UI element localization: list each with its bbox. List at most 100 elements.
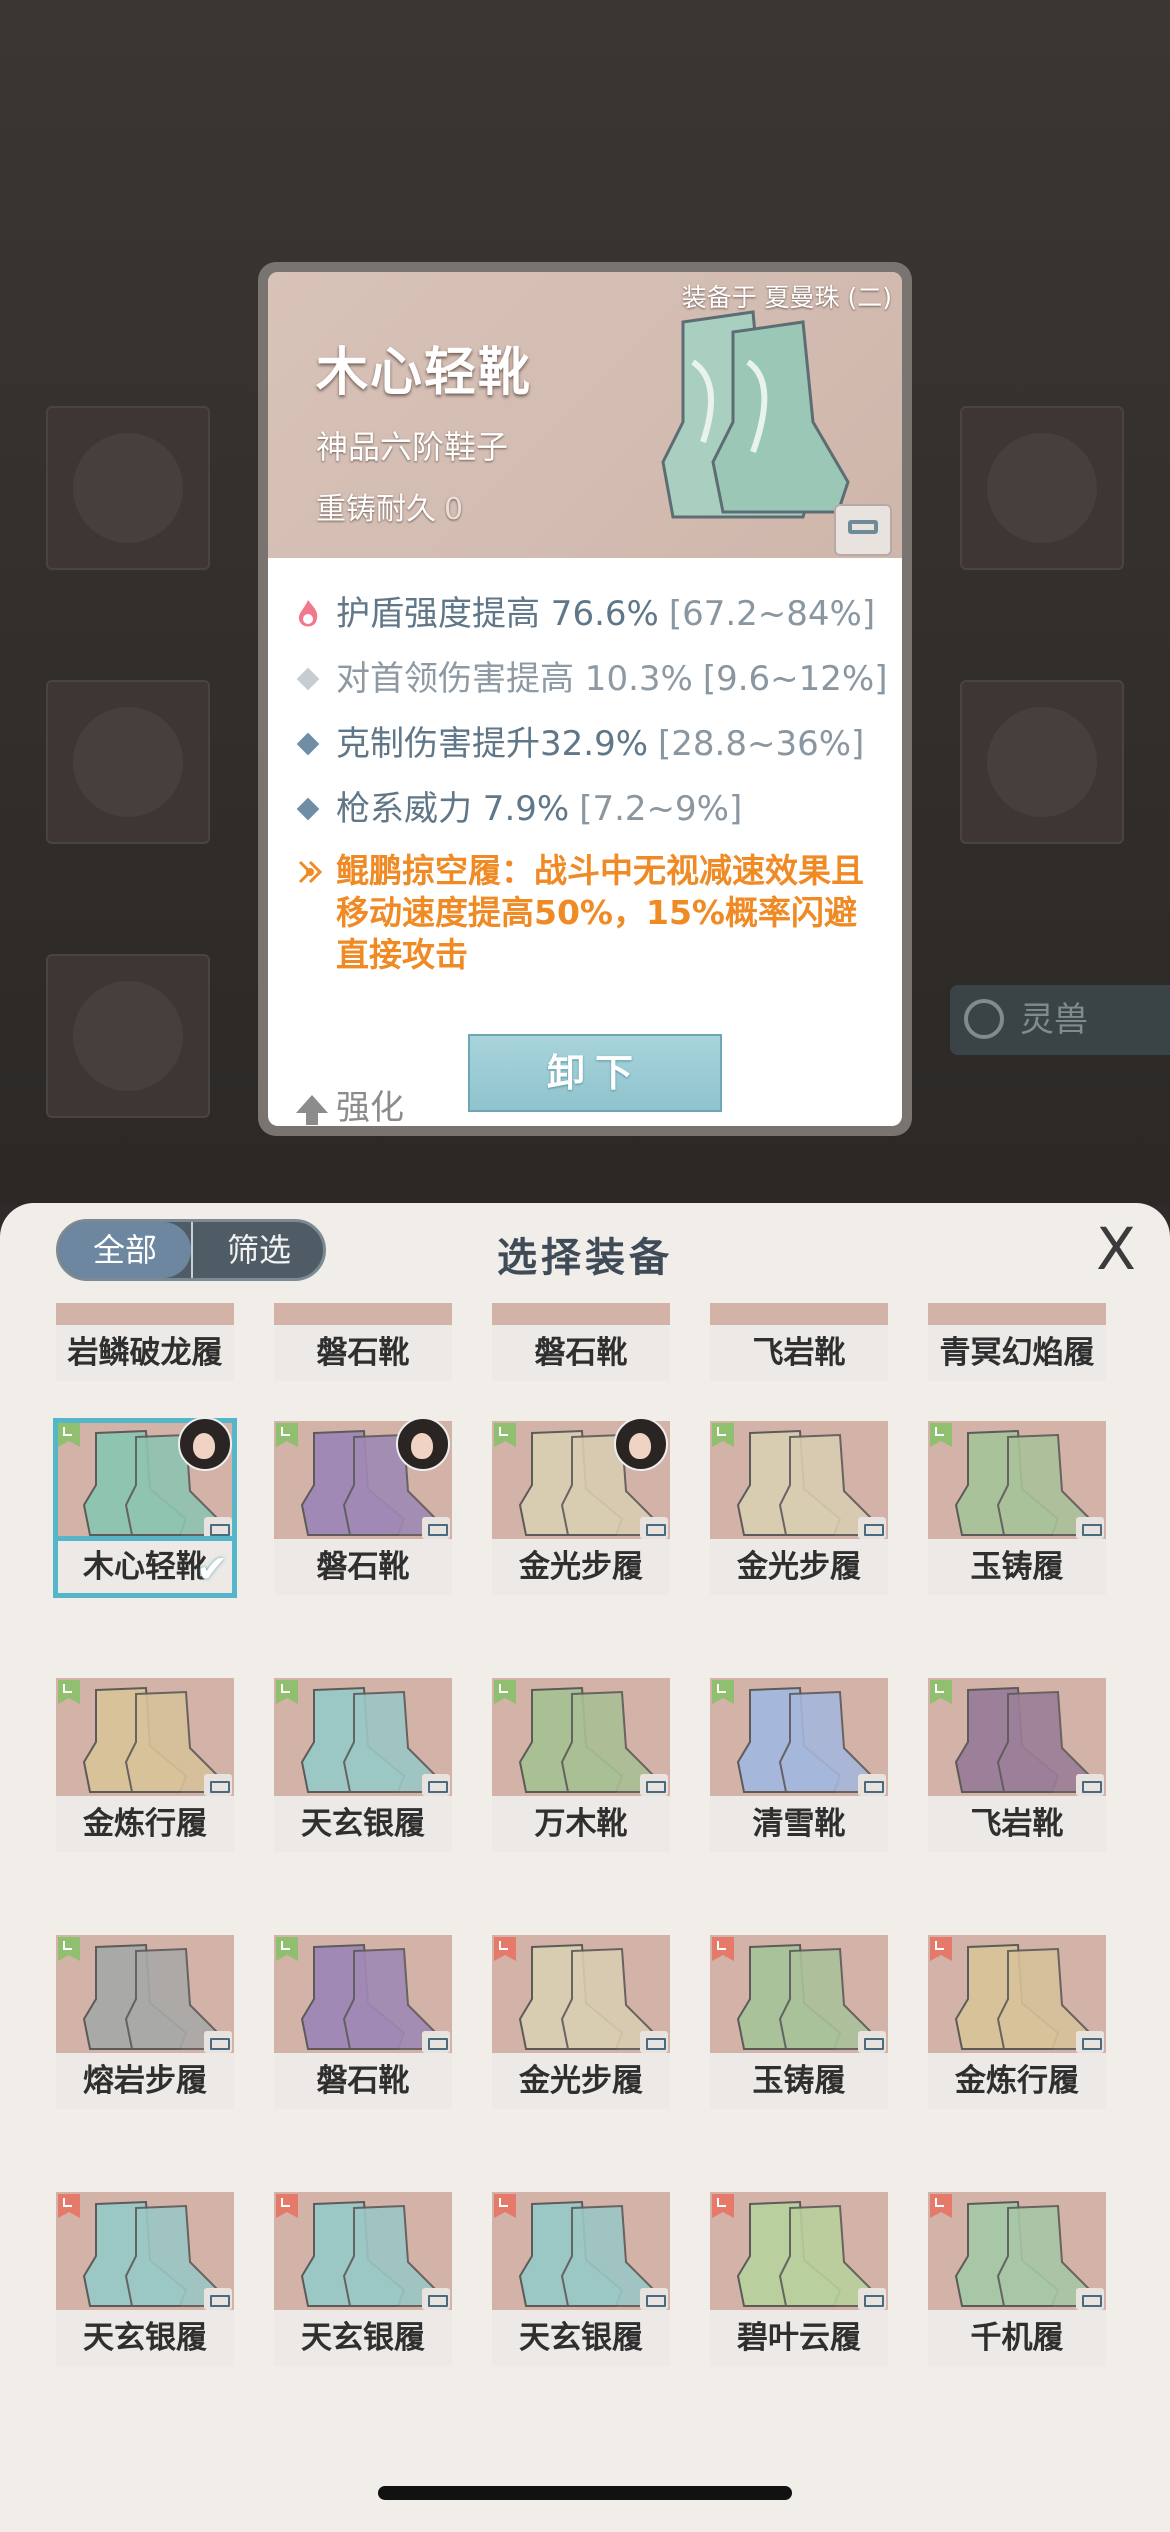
close-button[interactable]: X	[1092, 1220, 1140, 1278]
lock-icon	[1076, 1774, 1104, 1796]
grade-tag-icon	[712, 1937, 734, 1961]
grade-tag-icon	[712, 2194, 734, 2218]
equipment-cell[interactable]: 玉铸履	[710, 1935, 888, 2113]
equipped-character-avatar	[396, 1417, 450, 1471]
equipment-cell[interactable]: 清雪靴	[710, 1678, 888, 1856]
equipment-cell[interactable]: 金光步履	[492, 1417, 670, 1599]
grade-tag-icon	[930, 1423, 952, 1447]
enhance-button[interactable]: 强化	[296, 1080, 404, 1126]
checkmark-icon: ✔	[196, 1547, 228, 1591]
equipment-cell[interactable]: 磐石靴	[274, 1417, 452, 1599]
item-label: 熔岩步履	[56, 2053, 234, 2109]
lock-icon	[204, 2031, 232, 2053]
item-label: 碧叶云履	[710, 2310, 888, 2366]
item-label: 天玄银履	[56, 2310, 234, 2366]
grade-tag-icon	[494, 2194, 516, 2218]
lock-icon	[640, 2031, 668, 2053]
lock-icon	[204, 2288, 232, 2310]
boots-icon	[518, 2200, 656, 2307]
home-indicator[interactable]	[378, 2486, 792, 2500]
boots-icon	[300, 1943, 438, 2050]
boots-icon	[736, 1943, 874, 2050]
bg-equipment-slot	[46, 680, 210, 844]
boots-icon	[736, 1686, 874, 1793]
item-label: 磐石靴	[492, 1325, 670, 1381]
stat-row: 克制伤害提升32.9% [28.8~36%]	[294, 712, 892, 777]
bg-equipment-slot	[960, 680, 1124, 844]
item-name: 木心轻靴	[316, 342, 533, 403]
equipment-cell[interactable]: 千机履	[928, 2192, 1106, 2370]
grade-tag-icon	[930, 1680, 952, 1704]
boots-icon	[300, 1686, 438, 1793]
equipment-cell[interactable]: 熔岩步履	[56, 1935, 234, 2113]
bg-equipment-slot	[46, 954, 210, 1118]
equipment-cell[interactable]: 玉铸履	[928, 1421, 1106, 1599]
grade-tag-icon	[276, 1680, 298, 1704]
item-label: 金炼行履	[56, 1796, 234, 1852]
item-label: 磐石靴	[274, 1539, 452, 1595]
lock-icon	[422, 2031, 450, 2053]
equipment-cell[interactable]: 金光步履	[492, 1935, 670, 2113]
equipment-cell[interactable]: 木心轻靴 ✔	[53, 1417, 237, 1599]
grade-tag-icon	[58, 1680, 80, 1704]
grade-tag-icon	[494, 1423, 516, 1447]
grade-tag-icon	[58, 1423, 80, 1447]
equipment-cell[interactable]: 金炼行履	[56, 1678, 234, 1856]
grade-tag-icon	[276, 1423, 298, 1447]
equipment-cell[interactable]: 天玄银履	[274, 1678, 452, 1856]
special-effect: 鲲鹏掠空履：战斗中无视减速效果且移动速度提高50%，15%概率闪避直接攻击	[294, 850, 884, 976]
equipment-cell[interactable]: 天玄银履	[492, 2192, 670, 2370]
lock-icon	[858, 2031, 886, 2053]
panel-title: 选择装备	[497, 1235, 673, 1281]
item-detail-card: 装备于 夏曼珠 (二) 木心轻靴 神品六阶鞋子 重铸耐久 0 护盾强度提高 76.…	[258, 262, 912, 1136]
lock-icon	[1076, 1517, 1104, 1539]
lock-icon	[640, 1517, 668, 1539]
flame-icon	[298, 600, 318, 627]
boots-icon	[518, 1943, 656, 2050]
equipment-cell[interactable]: 金光步履	[710, 1421, 888, 1599]
equipment-cell[interactable]: 天玄银履	[56, 2192, 234, 2370]
grade-tag-icon	[494, 1937, 516, 1961]
boots-icon	[82, 2200, 220, 2307]
item-label: 青冥幻焰履	[928, 1325, 1106, 1381]
equipment-cell[interactable]: 万木靴	[492, 1678, 670, 1856]
equipment-cell[interactable]: 磐石靴	[274, 1935, 452, 2113]
equipment-select-panel: 全部 筛选 选择装备 X 岩鳞破龙履 磐石靴 磐石靴 飞岩靴 青冥幻焰履 木心轻靴 ✔ 磐石靴…	[0, 1203, 1170, 2532]
stat-row: 枪系威力 7.9% [7.2~9%]	[294, 777, 892, 842]
unequip-button[interactable]: 卸下	[468, 1034, 722, 1112]
stat-row: 护盾强度提高 76.6% [67.2~84%]	[294, 582, 892, 647]
boots-icon	[82, 1943, 220, 2050]
lock-icon	[640, 2288, 668, 2310]
lock-icon	[422, 2288, 450, 2310]
lock-icon	[858, 1774, 886, 1796]
item-label: 磐石靴	[274, 1325, 452, 1381]
equipment-cell[interactable]: 金炼行履	[928, 1935, 1106, 2113]
item-label: 玉铸履	[928, 1539, 1106, 1595]
equipment-cell[interactable]: 天玄银履	[274, 2192, 452, 2370]
lock-icon	[848, 520, 878, 534]
item-label: 金光步履	[710, 1539, 888, 1595]
item-thumbnail	[710, 1303, 888, 1325]
diamond-icon	[296, 797, 320, 821]
lock-icon	[858, 1517, 886, 1539]
item-thumbnail	[274, 1303, 452, 1325]
item-header: 装备于 夏曼珠 (二) 木心轻靴 神品六阶鞋子 重铸耐久 0	[268, 272, 902, 558]
grade-tag-icon	[930, 1937, 952, 1961]
boots-icon	[954, 2200, 1092, 2307]
equipment-cell[interactable]: 碧叶云履	[710, 2192, 888, 2370]
boots-icon	[736, 1429, 874, 1536]
item-label: 天玄银履	[274, 1796, 452, 1852]
item-grade: 神品六阶鞋子	[316, 428, 509, 466]
equipment-cell[interactable]: 飞岩靴	[928, 1678, 1106, 1856]
item-label: 金炼行履	[928, 2053, 1106, 2109]
boots-icon	[954, 1429, 1092, 1536]
grade-tag-icon	[58, 1937, 80, 1961]
lock-icon	[204, 1517, 232, 1539]
item-label: 千机履	[928, 2310, 1106, 2366]
lock-icon	[640, 1774, 668, 1796]
lock-button[interactable]	[834, 504, 892, 556]
item-label: 玉铸履	[710, 2053, 888, 2109]
stat-list: 护盾强度提高 76.6% [67.2~84%] 对首领伤害提高 10.3% [9.6…	[294, 582, 892, 842]
side-tab-spirit-beast[interactable]: 灵兽	[950, 985, 1170, 1055]
diamond-icon	[296, 667, 320, 691]
